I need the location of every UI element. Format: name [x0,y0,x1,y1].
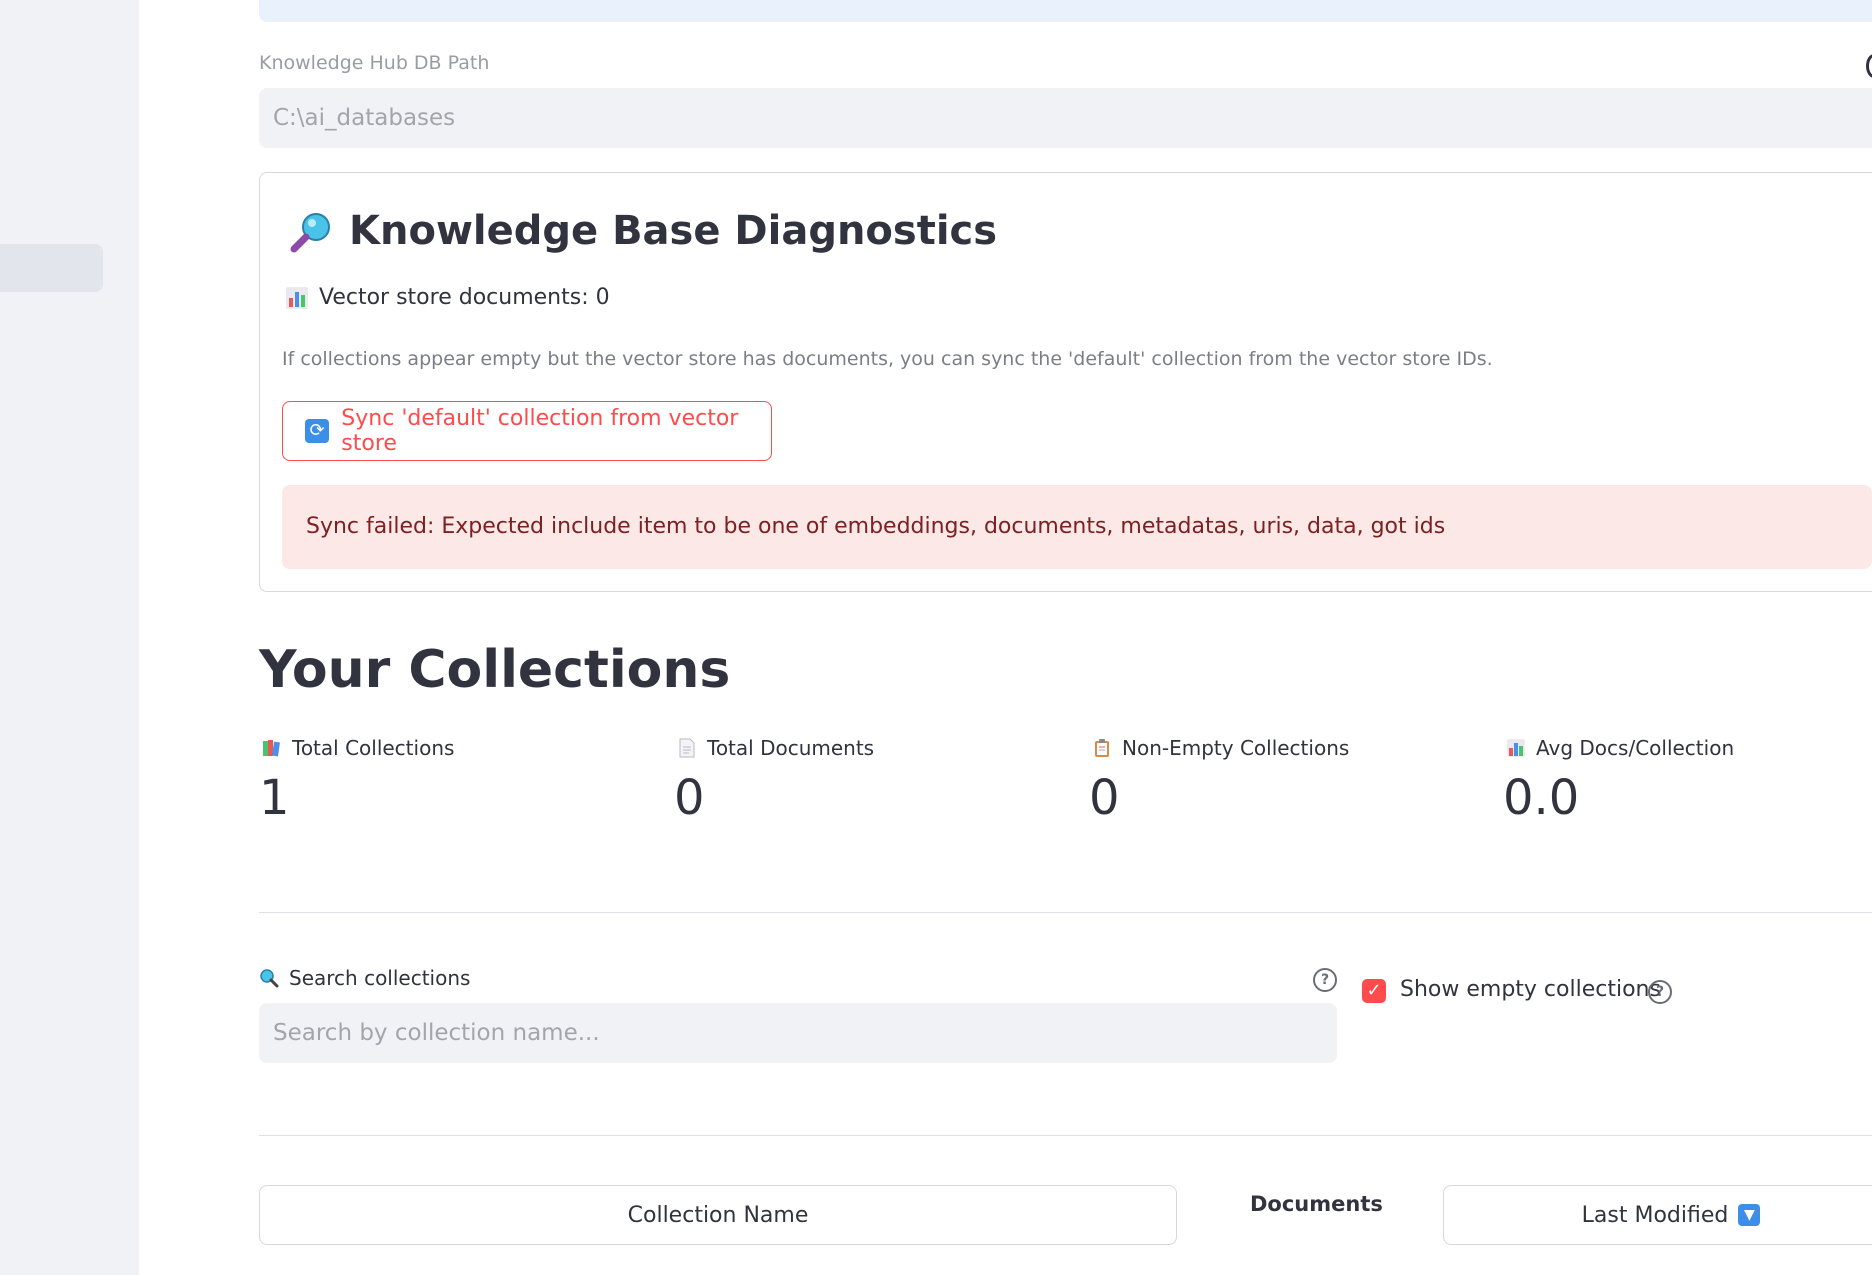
divider [259,1135,1872,1136]
vector-store-count: Vector store documents: 0 [319,285,610,310]
metric-label-text: Total Collections [292,736,455,760]
db-path-label: Knowledge Hub DB Path [259,52,490,74]
metric-label-text: Total Documents [707,736,875,760]
sync-button-label: Sync 'default' collection from vector st… [341,406,739,456]
sidebar-selected-item[interactable] [0,244,103,292]
magnifier-icon [290,213,330,253]
search-help-icon[interactable]: ? [1313,968,1337,992]
sync-error-alert: Sync failed: Expected include item to be… [282,485,1872,569]
search-icon [260,969,279,988]
sort-by-last-modified-button[interactable]: Last Modified ▼ [1443,1185,1872,1245]
metric-total-collections-value: 1 [259,770,290,826]
books-icon [263,740,280,757]
metric-avg-docs-value: 0.0 [1503,770,1580,826]
metric-label-text: Avg Docs/Collection [1536,736,1735,760]
sidebar [0,0,139,1275]
search-label-text: Search collections [289,966,471,990]
sort-down-icon: ▼ [1738,1204,1761,1226]
db-path-field[interactable] [259,88,1872,148]
show-empty-checkbox[interactable]: ✓ [1362,979,1386,1003]
documents-header: Documents [1250,1192,1383,1216]
sort-by-name-button[interactable]: Collection Name [259,1185,1177,1245]
metric-total-documents-value: 0 [674,770,705,826]
divider [259,912,1872,913]
cut-off-icon [1866,54,1872,78]
refresh-icon: ⟳ [305,419,330,443]
show-empty-help-icon[interactable]: ? [1648,980,1672,1004]
metric-label-text: Non-Empty Collections [1122,736,1350,760]
bar-chart-icon [286,287,308,309]
metric-total-collections-label: Total Collections [262,736,454,760]
info-banner [259,0,1872,22]
metric-total-documents-label: Total Documents [677,736,874,760]
metric-avg-docs-label: Avg Docs/Collection [1506,736,1734,760]
last-modified-header: Last Modified [1581,1202,1729,1228]
search-input[interactable] [259,1003,1337,1063]
clipboard-icon [1095,739,1109,757]
diagnostics-help-text: If collections appear empty but the vect… [282,348,1493,370]
page-icon [679,738,695,758]
search-label: Search collections [259,966,470,990]
collections-heading: Your Collections [259,640,731,700]
collection-name-header: Collection Name [627,1202,809,1228]
bar-chart-icon [1507,739,1525,757]
metric-non-empty-value: 0 [1089,770,1120,826]
diagnostics-title: Knowledge Base Diagnostics [349,208,998,254]
metric-non-empty-label: Non-Empty Collections [1092,736,1349,760]
sync-default-collection-button[interactable]: ⟳ Sync 'default' collection from vector … [282,401,772,461]
show-empty-label[interactable]: Show empty collections [1400,977,1661,1002]
